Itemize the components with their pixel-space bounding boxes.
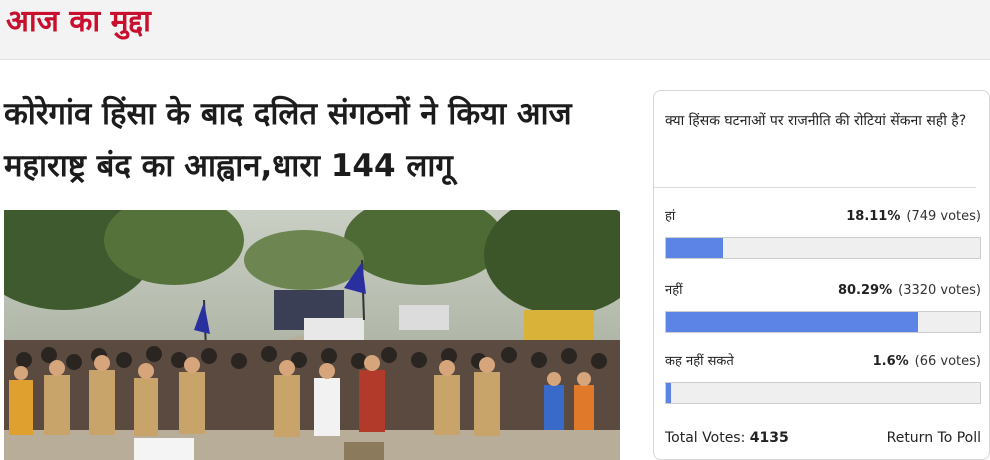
poll-option-label: कह नहीं सकते bbox=[665, 354, 734, 369]
total-votes-label: Total Votes: bbox=[665, 430, 746, 446]
poll-question: क्या हिंसक घटनाओं पर राजनीति की रोटियां … bbox=[665, 113, 967, 129]
article-headline[interactable]: कोरेगांव हिंसा के बाद दलित संगठनों ने कि… bbox=[4, 88, 614, 192]
poll-option-votes: (3320 votes) bbox=[898, 283, 981, 298]
section-title: आज का मुद्दा bbox=[6, 4, 151, 39]
poll-option-votes: (66 votes) bbox=[914, 354, 981, 369]
poll-result-bar-fill bbox=[666, 383, 672, 403]
article-photo[interactable] bbox=[4, 210, 620, 460]
poll-option-percent: 80.29% bbox=[837, 283, 893, 298]
poll-option-percent: 18.11% bbox=[846, 209, 901, 224]
poll-option-label: नहीं bbox=[665, 283, 683, 298]
total-votes-value: 4135 bbox=[749, 430, 789, 446]
poll-option: नहीं 80.29% (3320 votes) bbox=[665, 280, 981, 333]
poll-option-votes: (749 votes) bbox=[906, 209, 981, 224]
section-header: आज का मुद्दा bbox=[0, 0, 990, 60]
poll-widget: क्या हिंसक घटनाओं पर राजनीति की रोटियां … bbox=[653, 90, 990, 460]
poll-result-bar-fill bbox=[666, 312, 919, 332]
protest-march-image bbox=[4, 210, 620, 460]
poll-result-bar-fill bbox=[666, 238, 723, 258]
poll-option-label: हां bbox=[665, 209, 676, 224]
poll-option-percent: 1.6% bbox=[872, 354, 909, 369]
poll-divider bbox=[654, 187, 976, 188]
poll-result-bar bbox=[665, 311, 981, 333]
poll-option: कह नहीं सकते 1.6% (66 votes) bbox=[665, 351, 981, 404]
poll-result-bar bbox=[665, 237, 981, 259]
return-to-poll-link[interactable]: Return To Poll bbox=[887, 427, 981, 449]
poll-footer: Total Votes: 4135 Return To Poll bbox=[665, 427, 981, 449]
total-votes: Total Votes: 4135 bbox=[665, 427, 789, 449]
poll-result-bar bbox=[665, 382, 981, 404]
poll-option: हां 18.11% (749 votes) bbox=[665, 206, 981, 259]
